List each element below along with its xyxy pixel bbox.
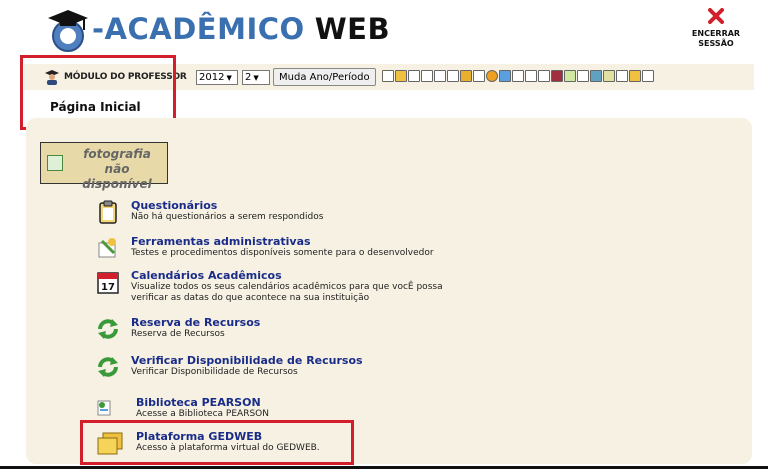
tools-icon xyxy=(98,238,116,258)
photo-placeholder-text: fotografia não disponível xyxy=(82,147,152,191)
list-item-questionarios[interactable]: Questionários Não há questionários a ser… xyxy=(96,199,323,224)
page-icon[interactable] xyxy=(616,70,628,82)
page-icon[interactable] xyxy=(525,70,537,82)
end-session-label: ENCERRAR SESSÃO xyxy=(691,29,741,48)
item-title[interactable]: Questionários xyxy=(131,199,323,212)
item-title[interactable]: Verificar Disponibilidade de Recursos xyxy=(131,354,363,367)
item-title[interactable]: Ferramentas administrativas xyxy=(131,235,434,248)
library-icon xyxy=(97,400,111,416)
bottom-divider xyxy=(0,466,768,469)
page-icon[interactable] xyxy=(421,70,433,82)
close-icon xyxy=(708,8,724,24)
grid-icon[interactable] xyxy=(564,70,576,82)
calendar-icon: 17 xyxy=(97,272,119,294)
list-item-verificar[interactable]: Verificar Disponibilidade de Recursos Ve… xyxy=(96,354,363,379)
item-title[interactable]: Reserva de Recursos xyxy=(131,316,260,329)
refresh-icon xyxy=(98,357,118,377)
list-item-calendarios[interactable]: 17 Calendários Acadêmicos Visualize todo… xyxy=(96,269,443,304)
page-icon[interactable] xyxy=(408,70,420,82)
logo-web: WEB xyxy=(314,12,391,46)
page-icon[interactable] xyxy=(473,70,485,82)
list-item-reserva[interactable]: Reserva de Recursos Reserva de Recursos xyxy=(96,316,260,341)
logo-graduation-icon xyxy=(48,10,88,52)
folders-icon[interactable] xyxy=(629,70,641,82)
profile-photo-placeholder: fotografia não disponível xyxy=(40,142,168,191)
page-icon[interactable] xyxy=(512,70,524,82)
gear-icon[interactable] xyxy=(590,70,602,82)
item-desc: Não há questionários a serem respondidos xyxy=(131,212,324,222)
pencil-icon[interactable] xyxy=(499,70,511,82)
year-value: 2012 xyxy=(199,72,225,83)
item-desc: Testes e procedimentos disponíveis somen… xyxy=(131,248,434,258)
period-select[interactable]: 2 ▼ xyxy=(242,70,270,85)
highlight-box-gedweb xyxy=(80,420,354,465)
toolbar-icon-strip xyxy=(382,70,654,82)
calendar-icon[interactable] xyxy=(538,70,550,82)
item-desc: Verificar Disponibilidade de Recursos xyxy=(131,367,298,377)
period-value: 2 xyxy=(245,72,252,83)
clipboard-icon xyxy=(99,200,117,224)
svg-text:17: 17 xyxy=(101,282,115,293)
refresh-icon xyxy=(98,319,118,339)
report-icon[interactable] xyxy=(603,70,615,82)
chevron-down-icon: ▼ xyxy=(253,73,259,82)
books-icon[interactable] xyxy=(551,70,563,82)
app-logo-text: -ACADÊMICO WEB xyxy=(92,12,390,46)
clock-icon[interactable] xyxy=(486,70,498,82)
item-title[interactable]: Calendários Acadêmicos xyxy=(131,269,443,282)
year-select[interactable]: 2012 ▼ xyxy=(196,70,238,85)
list-item-ferramentas[interactable]: Ferramentas administrativas Testes e pro… xyxy=(96,235,434,260)
folder-icon[interactable] xyxy=(395,70,407,82)
item-title[interactable]: Biblioteca PEARSON xyxy=(136,396,269,409)
page-icon[interactable] xyxy=(382,70,394,82)
logo-academico: -ACADÊMICO xyxy=(92,12,305,46)
item-desc: Visualize todos os seus calendários acad… xyxy=(131,282,443,292)
user-avatar-icon xyxy=(47,155,63,171)
end-session-button[interactable]: ENCERRAR SESSÃO xyxy=(688,8,744,49)
page-icon[interactable] xyxy=(447,70,459,82)
item-desc-line2: verificar as datas do que acontece na su… xyxy=(131,293,370,303)
chevron-down-icon: ▼ xyxy=(226,73,232,82)
lock-icon[interactable] xyxy=(460,70,472,82)
page-icon[interactable] xyxy=(434,70,446,82)
item-desc: Reserva de Recursos xyxy=(131,329,225,339)
list-item-biblioteca[interactable]: Biblioteca PEARSON Acesse a Biblioteca P… xyxy=(96,396,269,420)
print-icon[interactable] xyxy=(642,70,654,82)
change-period-button[interactable]: Muda Ano/Período xyxy=(273,68,376,86)
page-icon[interactable] xyxy=(577,70,589,82)
item-desc: Acesse a Biblioteca PEARSON xyxy=(136,409,269,419)
